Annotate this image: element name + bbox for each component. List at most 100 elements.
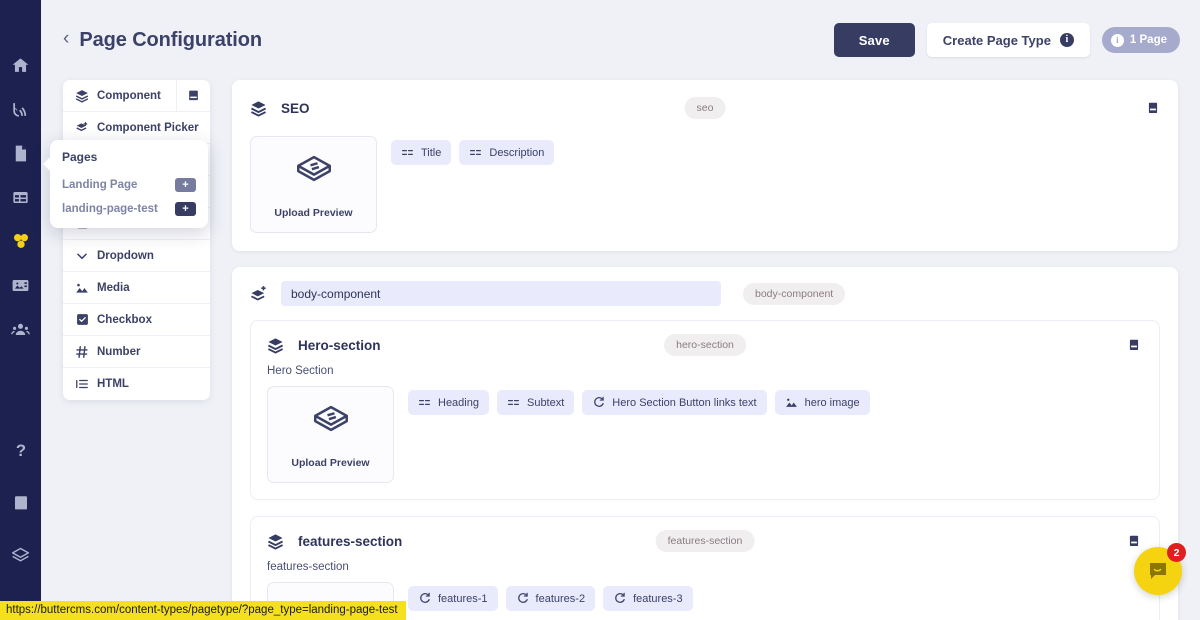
text-field-icon	[469, 146, 482, 159]
text-field-icon	[418, 396, 431, 409]
hero-section-body: Upload Preview Heading Subtext Hero Sect…	[251, 386, 1159, 499]
top-bar: ‹ Page Configuration Save Create Page Ty…	[41, 0, 1200, 80]
field-type-html[interactable]: HTML	[63, 368, 210, 400]
stack-icon	[267, 337, 284, 354]
field-chip-label: Description	[489, 146, 545, 159]
home-icon[interactable]	[6, 50, 36, 80]
field-type-label: Component Picker	[97, 121, 199, 134]
pages-icon[interactable]	[6, 138, 36, 168]
layers-icon[interactable]	[6, 540, 36, 570]
seo-card-header: SEO seo	[232, 80, 1178, 136]
pages-flyout-item[interactable]: Landing Page +	[62, 178, 196, 192]
back-button[interactable]: ‹	[59, 25, 79, 55]
create-page-type-label: Create Page Type	[942, 32, 1051, 48]
field-type-label: Number	[97, 345, 141, 358]
field-chip[interactable]: hero image	[774, 390, 870, 415]
media-icon	[785, 396, 798, 409]
features-section-slug-pill: features-section	[655, 530, 755, 552]
pages-flyout: Pages Landing Page + landing-page-test +	[43, 140, 208, 228]
field-type-media[interactable]: Media	[63, 272, 210, 304]
pages-flyout-item-label: Landing Page	[62, 179, 138, 191]
chevron-down-icon	[74, 249, 90, 263]
book-icon[interactable]	[1146, 101, 1160, 115]
features-section-field-chips: features-1 features-2 features-3	[408, 582, 693, 611]
features-section-header: features-section features-section	[251, 517, 1159, 565]
field-chip-label: Subtext	[526, 396, 565, 409]
field-type-label: Dropdown	[97, 249, 154, 262]
upload-preview-box[interactable]: Upload Preview	[267, 386, 394, 483]
field-type-panel: Component Component Picker WYSIWYG	[63, 80, 210, 400]
book-icon[interactable]	[6, 488, 36, 518]
field-chip[interactable]: features-2	[505, 586, 596, 611]
hero-section-card: Hero-section hero-section Hero Section U…	[250, 320, 1160, 500]
field-type-dropdown[interactable]: Dropdown	[63, 240, 210, 272]
left-nav-rail: ?	[0, 0, 41, 620]
field-chip[interactable]: features-3	[603, 586, 693, 611]
field-chip-label: Hero Section Button links text	[612, 396, 757, 409]
page-count-label: 1 Page	[1129, 34, 1167, 46]
field-type-component[interactable]: Component	[63, 80, 210, 112]
field-chip[interactable]: Description	[459, 140, 555, 165]
chat-widget-button[interactable]: 2	[1134, 543, 1186, 595]
field-chip-label: features-3	[633, 592, 683, 605]
top-bar-actions: Save Create Page Type i i 1 Page	[833, 23, 1180, 57]
hero-section-title: Hero-section	[298, 337, 381, 353]
field-type-label: Component	[97, 89, 161, 102]
field-type-label: Checkbox	[97, 313, 152, 326]
component-docs-button[interactable]	[176, 80, 210, 111]
svg-text:?: ?	[15, 441, 25, 460]
status-bar-url: https://buttercms.com/content-types/page…	[0, 601, 406, 620]
seo-field-chips: Title Description	[391, 136, 555, 165]
field-chip-label: Title	[421, 146, 442, 159]
stack-icon	[267, 533, 284, 550]
text-field-icon	[401, 146, 414, 159]
text-field-icon	[507, 396, 520, 409]
pages-flyout-item-label: landing-page-test	[62, 203, 158, 215]
rail-bottom-group: ?	[6, 436, 36, 620]
field-type-number[interactable]: Number	[63, 336, 210, 368]
upload-preview-label: Upload Preview	[291, 456, 370, 469]
info-icon[interactable]: i	[1059, 33, 1074, 47]
collections-icon[interactable]	[6, 182, 36, 212]
media-icon[interactable]	[6, 270, 36, 300]
app-root: ? ‹ Page Configuration Save Create Page …	[0, 0, 1200, 620]
media-icon	[74, 281, 90, 295]
pages-flyout-item[interactable]: landing-page-test +	[62, 202, 196, 216]
team-icon[interactable]	[6, 314, 36, 344]
field-chip[interactable]: Hero Section Button links text	[582, 390, 767, 415]
field-chip[interactable]: Subtext	[496, 390, 575, 415]
layers-icon	[310, 401, 352, 448]
seo-card-body: Upload Preview Title Description	[232, 136, 1178, 251]
field-chip[interactable]: features-1	[408, 586, 498, 611]
components-icon[interactable]	[6, 226, 36, 256]
component-picker-icon	[250, 285, 267, 302]
upload-preview-box[interactable]: Upload Preview	[250, 136, 377, 233]
help-icon[interactable]: ?	[6, 436, 36, 466]
field-type-checkbox[interactable]: Checkbox	[63, 304, 210, 336]
hero-section-header: Hero-section hero-section	[251, 321, 1159, 369]
pages-flyout-title: Pages	[62, 150, 98, 164]
book-icon[interactable]	[1127, 338, 1141, 352]
chat-icon	[1150, 563, 1166, 579]
cards-column: SEO seo Upload Preview Title Description…	[232, 80, 1178, 620]
body-component-name-input[interactable]	[281, 281, 721, 306]
book-icon[interactable]	[1127, 534, 1141, 548]
page-title: Page Configuration	[79, 28, 262, 51]
save-button[interactable]: Save	[833, 23, 915, 57]
add-page-button[interactable]: +	[175, 202, 196, 216]
info-icon: i	[1110, 33, 1124, 47]
hero-section-slug-pill: hero-section	[664, 334, 746, 356]
blog-icon[interactable]	[6, 94, 36, 124]
field-chip[interactable]: Heading	[408, 390, 489, 415]
hero-section-field-chips: Heading Subtext Hero Section Button link…	[408, 386, 870, 415]
main-area: ‹ Page Configuration Save Create Page Ty…	[41, 0, 1200, 620]
field-chip[interactable]: Title	[391, 140, 452, 165]
create-page-type-button[interactable]: Create Page Type i	[926, 23, 1090, 57]
component-picker-icon	[74, 121, 90, 135]
page-count-badge[interactable]: i 1 Page	[1101, 27, 1180, 53]
field-chip-label: features-2	[535, 592, 586, 605]
component-ref-icon	[418, 592, 431, 605]
add-page-button[interactable]: +	[175, 178, 196, 192]
stack-icon	[74, 89, 90, 103]
body-component-slug-pill: body-component	[743, 282, 846, 305]
